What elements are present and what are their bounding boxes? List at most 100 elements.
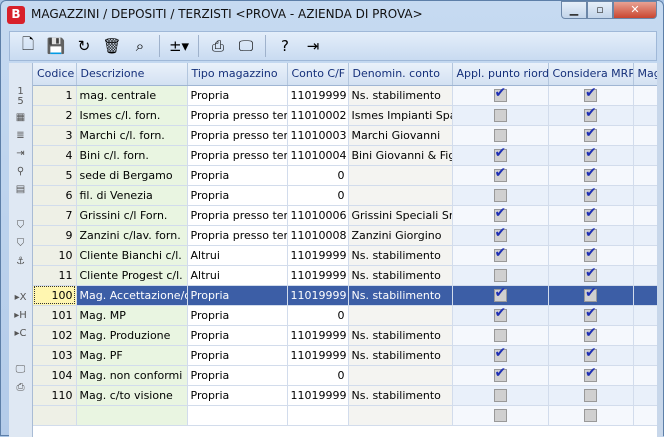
cell-mag[interactable] [633,345,657,366]
side-tool-icon[interactable]: 🖵 [9,361,32,379]
cell-codice[interactable]: 110 [33,385,77,406]
appl-checkbox[interactable] [493,408,507,422]
appl-checkbox[interactable] [493,245,507,262]
mrp-checkbox[interactable] [584,265,597,282]
column-header[interactable]: Mag [633,63,657,86]
save-button[interactable]: 💾 [44,35,68,57]
cell-denomin[interactable]: Ns. stabilimento [348,385,453,406]
cell-codice[interactable]: 104 [33,365,77,386]
cell-conto[interactable] [287,405,349,426]
mrp-checkbox[interactable] [584,185,597,202]
appl-checkbox[interactable] [493,345,507,362]
maximize-button[interactable]: ▫ [587,1,613,19]
column-header[interactable]: Conto C/F [287,63,349,86]
table-row[interactable]: 110 Mag. c/to visione Propria 11019999 Ns. s… [33,385,657,406]
side-tool-icon[interactable]: ▦ [9,109,32,127]
cell-descrizione[interactable]: Marchi c/l. forn. [76,125,188,146]
cell-descrizione[interactable]: Mag. MP [76,305,188,326]
cell-descrizione[interactable]: fil. di Venezia [76,185,188,206]
cell-denomin[interactable] [348,405,453,426]
cell-mag[interactable] [633,225,657,246]
table-row[interactable]: 101 Mag. MP Propria 0 [33,305,657,326]
appl-checkbox[interactable] [493,145,507,162]
mrp-checkbox[interactable] [584,125,597,142]
cell-conto[interactable]: 11019999 [287,325,349,346]
cell-codice[interactable]: 100 [33,285,77,306]
cell-denomin[interactable]: Ns. stabilimento [348,345,453,366]
appl-checkbox[interactable] [493,205,507,222]
cell-descrizione[interactable]: Bini c/l. forn. [76,145,188,166]
cell-codice[interactable]: 2 [33,105,77,126]
side-tool-icon[interactable]: ⚲ [9,163,32,181]
cell-codice[interactable]: 102 [33,325,77,346]
mrp-checkbox[interactable] [584,345,597,362]
table-row[interactable]: 9 Zanzini c/lav. forn. Propria presso terz… [33,225,657,246]
appl-checkbox[interactable] [493,225,507,242]
table-row[interactable]: 3 Marchi c/l. forn. Propria presso terzi 11… [33,125,657,146]
cell-codice[interactable]: 9 [33,225,77,246]
table-row[interactable] [33,405,657,426]
table-row[interactable]: 104 Mag. non conformi Propria 0 [33,365,657,386]
side-tool-icon[interactable]: ≣ [9,127,32,145]
cell-conto[interactable]: 11010008 [287,225,349,246]
table-row[interactable]: 11 Cliente Progest c/l. Altrui 11019999 Ns. … [33,265,657,286]
cell-descrizione[interactable]: Ismes c/l. forn. [76,105,188,126]
cell-conto[interactable]: 11019999 [287,245,349,266]
appl-checkbox[interactable] [493,128,507,142]
cell-denomin[interactable] [348,165,453,186]
cell-mag[interactable] [633,205,657,226]
side-tool-icon[interactable]: ⇥ [9,145,32,163]
cell-descrizione[interactable]: sede di Bergamo [76,165,188,186]
side-tool-icon[interactable]: ▸C [9,325,32,343]
cell-descrizione[interactable]: Cliente Bianchi c/l. [76,245,188,266]
cell-descrizione[interactable]: Cliente Progest c/l. [76,265,188,286]
cell-mag[interactable] [633,265,657,286]
cell-mag[interactable] [633,125,657,146]
cell-tipo[interactable]: Propria presso terzi [187,125,288,146]
cell-descrizione[interactable]: Zanzini c/lav. forn. [76,225,188,246]
undo-button[interactable]: ↻ [72,35,96,57]
appl-checkbox[interactable] [493,268,507,282]
mrp-checkbox[interactable] [584,365,597,382]
cell-mag[interactable] [633,385,657,406]
cell-mag[interactable] [633,105,657,126]
cell-denomin[interactable]: Ns. stabilimento [348,325,453,346]
table-row[interactable]: 7 Grissini c/l Forn. Propria presso terzi 1… [33,205,657,226]
cell-conto[interactable]: 0 [287,365,349,386]
cell-tipo[interactable]: Propria presso terzi [187,145,288,166]
column-header[interactable]: Denomin. conto [348,63,453,86]
table-row[interactable]: 4 Bini c/l. forn. Propria presso terzi 1101… [33,145,657,166]
column-header[interactable]: Codice [33,63,77,86]
mrp-checkbox[interactable] [584,85,597,102]
mrp-checkbox[interactable] [584,408,597,422]
cell-tipo[interactable]: Propria [187,165,288,186]
side-tool-icon[interactable]: ⛉ [9,217,32,235]
calculator-dropdown-button[interactable]: ±▾ [167,35,191,57]
side-tool-icon[interactable]: ⎙ [9,379,32,397]
cell-codice[interactable]: 10 [33,245,77,266]
appl-checkbox[interactable] [493,85,507,102]
side-tool-icon[interactable]: ▸H [9,307,32,325]
mrp-checkbox[interactable] [584,165,597,182]
cell-denomin[interactable]: Ns. stabilimento [348,285,453,306]
cell-conto[interactable]: 11019999 [287,265,349,286]
cell-denomin[interactable] [348,305,453,326]
mrp-checkbox[interactable] [584,285,597,302]
cell-tipo[interactable]: Propria presso terzi [187,105,288,126]
cell-tipo[interactable] [187,405,288,426]
table-row[interactable]: 5 sede di Bergamo Propria 0 [33,165,657,186]
cell-denomin[interactable]: Ismes Impianti Spa [348,105,453,126]
mrp-checkbox[interactable] [584,388,597,402]
cell-conto[interactable]: 0 [287,165,349,186]
side-tool-icon[interactable]: ▤ [9,181,32,199]
cell-conto[interactable]: 11019999 [287,385,349,406]
cell-codice[interactable]: 103 [33,345,77,366]
cell-tipo[interactable]: Altrui [187,265,288,286]
cell-codice[interactable]: 11 [33,265,77,286]
column-header[interactable]: Considera MRP [548,63,634,86]
table-row[interactable]: 6 fil. di Venezia Propria 0 [33,185,657,206]
cell-denomin[interactable]: Ns. stabilimento [348,265,453,286]
cell-mag[interactable] [633,185,657,206]
cell-conto[interactable]: 11010003 [287,125,349,146]
mrp-checkbox[interactable] [584,145,597,162]
